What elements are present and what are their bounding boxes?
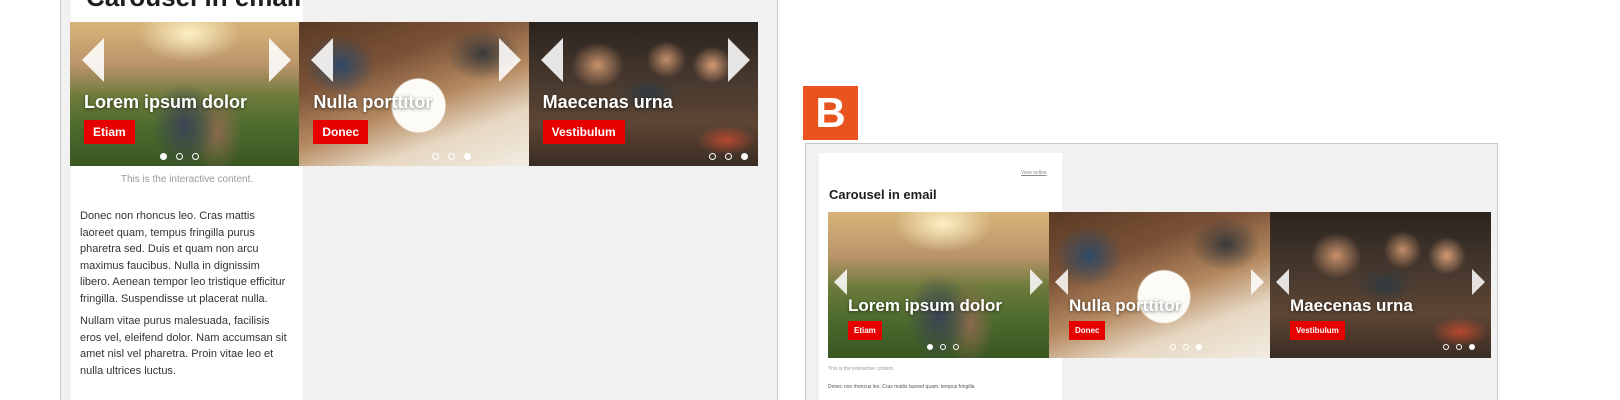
carousel-dot[interactable]	[1170, 344, 1176, 350]
email-body-text: Donec non rhoncus leo. Cras mattis laore…	[828, 384, 975, 390]
body-paragraph: Nullam vitae purus malesuada, facilisis …	[80, 315, 287, 377]
slide-cta-button[interactable]: Vestibulum	[1290, 321, 1345, 340]
carousel-dot-active[interactable]	[927, 344, 933, 350]
email-preview-a: Carousel in email Lorem ipsum dolor Etia…	[60, 0, 778, 400]
carousel-dot[interactable]	[724, 153, 732, 160]
carousel-dot-active[interactable]	[464, 153, 472, 160]
slide-cta-button[interactable]: Donec	[1069, 321, 1106, 340]
slide-title: Lorem ipsum dolor	[84, 92, 248, 112]
carousel-prev-arrow-icon[interactable]	[834, 269, 847, 295]
carousel-slide-1[interactable]: Lorem ipsum dolor Etiam	[70, 22, 300, 166]
email-heading: Carousel in email	[829, 187, 937, 202]
carousel-slide-2[interactable]: Nulla porttitor Donec	[299, 22, 529, 166]
carousel-slide-1[interactable]: Lorem ipsum dolor Etiam	[828, 212, 1049, 358]
carousel-dot-active[interactable]	[740, 153, 748, 160]
carousel-next-arrow-icon[interactable]	[1472, 269, 1485, 295]
carousel-dot[interactable]	[1183, 344, 1189, 350]
carousel-next-arrow-icon[interactable]	[727, 38, 750, 82]
image-carousel[interactable]: Lorem ipsum dolor Etiam Nulla porttitor …	[828, 212, 1491, 358]
carousel-slide-3[interactable]: Maecenas urna Vestibulum	[528, 22, 758, 166]
image-carousel[interactable]: Lorem ipsum dolor Etiam Nulla porttitor …	[70, 22, 758, 166]
body-paragraph: Donec non rhoncus leo. Cras mattis laore…	[80, 210, 286, 305]
carousel-prev-arrow-icon[interactable]	[311, 38, 334, 82]
email-preview-b: View online Carousel in email Lorem ipsu…	[805, 143, 1498, 400]
carousel-next-arrow-icon[interactable]	[1251, 269, 1264, 295]
carousel-dot[interactable]	[192, 153, 200, 160]
view-online-link[interactable]: View online	[1021, 170, 1046, 176]
carousel-dot[interactable]	[708, 153, 716, 160]
carousel-dot[interactable]	[448, 153, 456, 160]
carousel-slide-3[interactable]: Maecenas urna Vestibulum	[1270, 212, 1491, 358]
carousel-dot[interactable]	[176, 153, 184, 160]
carousel-next-arrow-icon[interactable]	[498, 38, 521, 82]
carousel-pagination	[70, 153, 294, 160]
carousel-dot[interactable]	[940, 344, 946, 350]
slide-title: Maecenas urna	[1290, 296, 1413, 315]
carousel-pagination	[337, 153, 528, 160]
slide-cta-button[interactable]: Etiam	[848, 321, 882, 340]
slide-cta-button[interactable]: Etiam	[84, 120, 135, 144]
slide-cta-button[interactable]: Donec	[313, 120, 369, 144]
carousel-pagination	[1170, 344, 1202, 350]
carousel-pagination	[614, 153, 758, 160]
carousel-next-arrow-icon[interactable]	[1030, 269, 1043, 295]
carousel-slide-2[interactable]: Nulla porttitor Donec	[1049, 212, 1270, 358]
carousel-dot[interactable]	[1443, 344, 1449, 350]
carousel-next-arrow-icon[interactable]	[269, 38, 292, 82]
carousel-dot-active[interactable]	[1196, 344, 1202, 350]
section-badge: B	[803, 86, 858, 140]
slide-cta-button[interactable]: Vestibulum	[542, 120, 625, 144]
carousel-prev-arrow-icon[interactable]	[1276, 269, 1289, 295]
carousel-prev-arrow-icon[interactable]	[82, 38, 104, 82]
carousel-dot[interactable]	[432, 153, 440, 160]
email-heading: Carousel in email	[86, 0, 301, 13]
slide-title: Maecenas urna	[542, 92, 673, 112]
carousel-dot-active[interactable]	[1469, 344, 1475, 350]
carousel-dot-active[interactable]	[160, 153, 168, 160]
carousel-pagination	[927, 344, 959, 350]
carousel-dot[interactable]	[953, 344, 959, 350]
slide-title: Nulla porttitor	[1069, 296, 1182, 315]
carousel-caption: This is the interactive content.	[120, 174, 254, 185]
carousel-prev-arrow-icon[interactable]	[1055, 269, 1068, 295]
slide-title: Lorem ipsum dolor	[848, 296, 1002, 315]
carousel-caption: This is the interactive content.	[828, 366, 895, 372]
slide-title: Nulla porttitor	[313, 92, 433, 112]
carousel-pagination	[1443, 344, 1475, 350]
carousel-prev-arrow-icon[interactable]	[540, 38, 563, 82]
email-body-text: Donec non rhoncus leo. Cras mattis laore…	[80, 208, 290, 385]
carousel-dot[interactable]	[1456, 344, 1462, 350]
